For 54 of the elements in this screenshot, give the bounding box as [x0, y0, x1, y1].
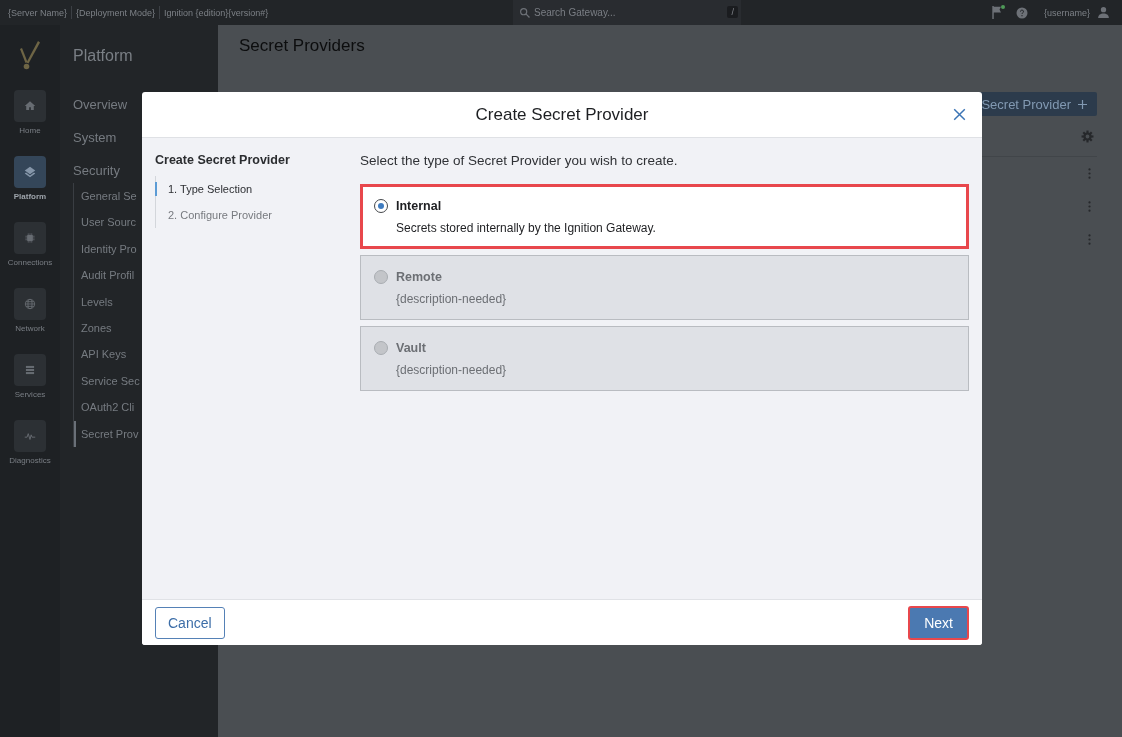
close-icon[interactable] — [953, 108, 966, 121]
nav-item[interactable]: OAuth2 Cli — [74, 394, 135, 421]
logo-icon[interactable] — [19, 40, 41, 70]
option-title: Vault — [396, 341, 426, 355]
cancel-button[interactable]: Cancel — [155, 606, 225, 639]
search-icon — [520, 8, 530, 18]
layers-icon — [14, 156, 46, 188]
rail-button[interactable]: Services — [1, 354, 59, 400]
username[interactable]: {username} — [1043, 7, 1090, 18]
nav-item[interactable]: System — [73, 121, 117, 154]
nav-item[interactable]: User Sourc — [74, 209, 137, 236]
dialog-title: Create Secret Provider — [475, 104, 649, 125]
nav-item[interactable]: Overview — [73, 88, 128, 121]
nav-item[interactable]: Identity Pro — [74, 235, 137, 263]
page-title: Secret Providers — [239, 35, 365, 57]
nav-item[interactable]: Zones — [74, 314, 112, 342]
nav-item[interactable]: API Keys — [74, 341, 127, 368]
rail-button[interactable]: Connections — [1, 222, 59, 268]
rail-button[interactable]: Diagnostics — [1, 420, 59, 466]
server-icon — [14, 354, 46, 386]
flag-icon[interactable] — [991, 6, 1002, 19]
option-title: Internal — [396, 199, 442, 213]
settings-icon[interactable] — [1081, 129, 1094, 143]
chip-icon — [14, 222, 46, 254]
option-title: Remote — [396, 270, 442, 284]
server-name: {Server Name} — [8, 7, 68, 18]
wizard-step: 1. Type Selection — [156, 176, 360, 202]
prompt-text: Select the type of Secret Provider you wish to create. — [360, 152, 679, 170]
pulse-icon — [14, 420, 46, 452]
option-description: Secrets stored internally by the Ignition Gateway. — [395, 220, 657, 237]
shortcut-key: / — [727, 6, 738, 18]
nav-item[interactable]: Audit Profil — [74, 262, 135, 289]
steps-title: Create Secret Provider — [155, 152, 291, 168]
nav-item[interactable]: Service Sec — [74, 367, 140, 395]
product-version: Ignition {edition}{version#} — [164, 7, 269, 18]
option-description: {description-needed} — [395, 291, 508, 308]
nav-item[interactable]: Secret Prov — [74, 420, 139, 447]
rail-button[interactable]: Platform — [1, 156, 59, 202]
nav-item[interactable]: Levels — [74, 288, 113, 315]
deployment-mode: {Deployment Mode} — [76, 7, 156, 18]
option-description: {description-needed} — [395, 362, 508, 379]
nav-title: Platform — [73, 46, 133, 66]
user-icon[interactable] — [1098, 7, 1109, 18]
help-icon[interactable] — [1015, 6, 1028, 19]
rail-button[interactable]: Network — [1, 288, 59, 334]
wizard-step: 2. Configure Provider — [156, 202, 360, 228]
option-card[interactable]: Internal Secrets stored internally by the Ignition Gateway. — [360, 184, 969, 249]
home-icon — [14, 90, 46, 122]
rail-button[interactable]: Home — [1, 90, 59, 136]
notification-dot-icon — [1000, 5, 1005, 9]
next-button[interactable]: Next — [908, 605, 969, 640]
plus-icon — [1078, 99, 1087, 109]
radio-button[interactable] — [374, 199, 388, 213]
globe-icon — [14, 288, 46, 320]
